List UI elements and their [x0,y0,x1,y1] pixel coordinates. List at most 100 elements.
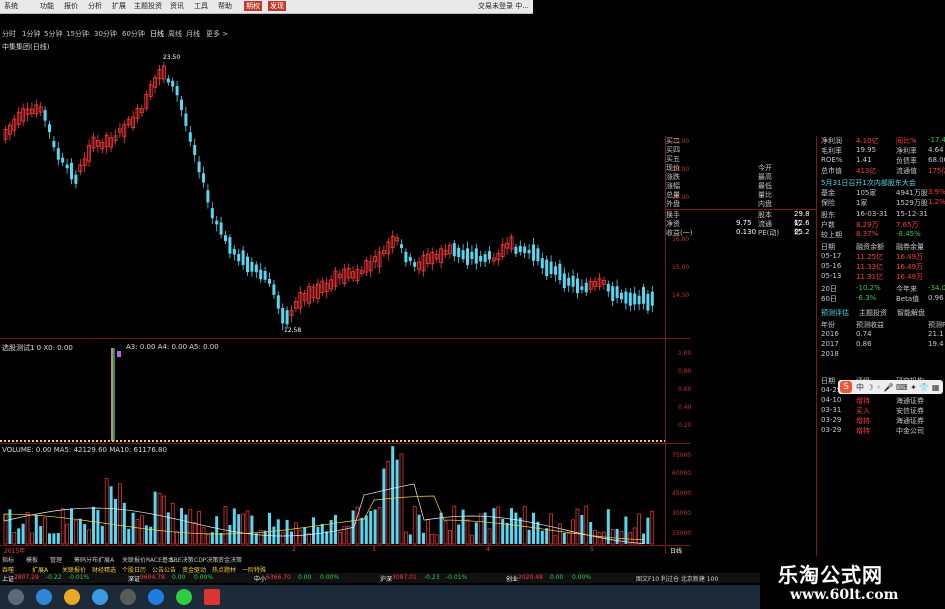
menu-item-options[interactable]: 期权 [244,1,262,11]
ime-logo-icon[interactable]: S [840,381,852,393]
period-tab[interactable]: 5分钟 [44,29,62,39]
bottom-tab[interactable]: 扩展A [98,555,114,564]
cell: 2017 [821,340,839,348]
ticker-name[interactable]: 深证 [128,574,140,583]
ticker-value: 2020.48 [518,574,543,581]
menu-item-system[interactable]: 系统 [4,1,18,11]
bottom-tab[interactable]: 关联报价 [122,555,146,564]
volume-bar-down [21,523,25,544]
quote-row: 买二 [666,136,816,145]
period-tab[interactable]: 60分钟 [122,29,145,39]
period-tab[interactable]: 月线 [186,29,200,39]
bottom-tab[interactable]: 管理 [50,555,62,564]
app-icon[interactable] [92,589,108,605]
volume-bar-up [487,528,492,545]
fund-cell: 7.65万 [896,221,919,229]
volume-bar-up [157,493,162,545]
k-app-icon[interactable] [148,589,164,605]
volume-bar-up [522,506,527,545]
candle-down [457,247,461,258]
fund-cell: 流通值 [896,167,917,175]
fund-cell: 11.25亿 [856,253,884,261]
menu-item-function[interactable]: 功能 [40,1,54,11]
signal-marker [117,351,121,357]
volume-bar-up [584,505,589,545]
fund-tab[interactable]: 预测评估 [821,308,849,318]
menu-item-news[interactable]: 资讯 [170,1,184,11]
y-tick: 14.30 [672,292,690,299]
volume-bar-down [232,508,236,544]
volume-bar-down [34,515,38,544]
ticker-right[interactable]: 图文F10 利过仓 北京新建 100 [636,574,718,583]
stock-app-icon[interactable] [204,589,220,605]
bottom-tab[interactable]: 筹码分布 [74,555,98,564]
panel-divider-right [816,136,817,556]
ticker-name[interactable]: 上证 [2,574,14,583]
bottom-tab[interactable]: 指标 [2,555,14,564]
bottom-tab[interactable]: CDP决策 [194,555,218,564]
period-tab[interactable]: 1分钟 [22,29,40,39]
fund-cell: 68.00 [928,156,945,164]
start-icon[interactable] [8,589,24,605]
menu-item-extend[interactable]: 扩展 [112,1,126,11]
candle-down [188,132,192,142]
fund-tabs: 预测评估 主题投资 智能解盘 [818,308,945,318]
menu-item-theme[interactable]: 主题投资 [134,1,162,11]
menu-item-quote[interactable]: 报价 [64,1,78,11]
ticker-name[interactable]: 沪深 [380,574,392,583]
ticker-value: 6366.70 [266,574,291,581]
ie-icon[interactable] [36,589,52,605]
x-label-period[interactable]: 日线 [670,546,682,555]
candle-down [210,208,214,219]
quote-row: 外盘 内盘 [666,199,816,210]
cell: 21.1 [928,330,944,338]
period-tab[interactable]: 分时 [2,29,16,39]
volume-bar-down [70,508,73,544]
login-status[interactable]: 交易未登录 中... [478,1,529,11]
ticker-name[interactable]: 中小 [254,574,266,583]
period-tab-active[interactable]: 日线 [150,29,164,39]
candle-down [452,243,456,257]
period-tab[interactable]: 15分钟 [66,29,89,39]
chart-canvas[interactable] [0,48,690,555]
bottom-tab[interactable]: SBE决策 [170,555,194,564]
fund-tab[interactable]: 智能解盘 [897,308,925,318]
menu-item-tools[interactable]: 工具 [194,1,208,11]
candle-down [571,275,575,287]
quote-row: 现价 今开 [666,163,816,172]
volume-bar-down [514,512,518,544]
volume-bar-up [338,532,342,545]
menu-item-discover[interactable]: 发现 [268,1,286,11]
volume-bar-down [250,515,254,544]
ticker-name[interactable]: 创业 [506,574,518,583]
fund-tab[interactable]: 主题投资 [859,308,887,318]
folder-icon[interactable] [64,589,80,605]
period-tab[interactable]: 周线 [168,29,182,39]
bottom-tab[interactable]: 资金决策 [218,555,242,564]
volume-bar-down [263,530,267,544]
panel-divider[interactable] [0,443,690,444]
volume-bar-down [580,514,584,544]
ticker-value: 3087.01 [392,574,417,581]
y-tick: 1.00 [678,350,692,357]
music-icon[interactable] [120,589,136,605]
panel-divider[interactable] [0,338,690,339]
volume-bar-down [505,522,509,544]
volume-bar-down [153,491,157,544]
volume-bar-down [228,524,232,544]
candle-down [285,310,289,325]
indicator-title: 选股测试1 0 X0: 0.00 [2,344,73,352]
period-tab-more[interactable]: 更多 > [206,29,228,39]
period-tab[interactable]: 30分钟 [94,29,117,39]
cell: 中金公司 [896,427,924,435]
menu-item-help[interactable]: 帮助 [218,1,232,11]
ime-toolbar[interactable]: S 中 ☽ ◦ 🎤 ⌨ ✦ 👕 ▦ [838,380,943,394]
volume-bar-up [412,506,417,545]
bottom-tab[interactable]: 模板 [26,555,38,564]
candle-down [611,286,615,302]
green-app-icon[interactable] [176,589,192,605]
ime-status-icon[interactable]: 中 ☽ ◦ 🎤 ⌨ ✦ 👕 ▦ [856,382,939,393]
volume-bar-up [549,513,553,545]
menu-item-analysis[interactable]: 分析 [88,1,102,11]
quote-row: 换手 股本 29.8亿 [666,210,816,227]
